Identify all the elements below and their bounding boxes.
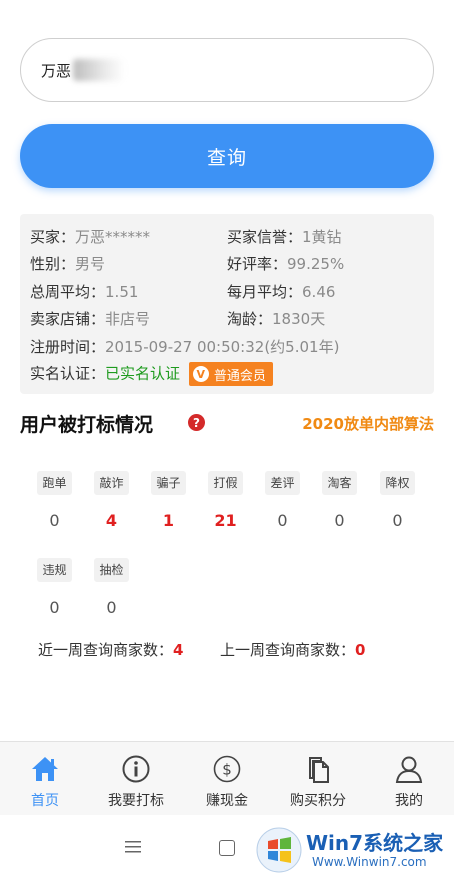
positive-rate-row: 好评率：99.25% (227, 253, 344, 274)
tag-count: 0 (277, 511, 288, 530)
reputation-value: 1黄钻 (302, 228, 342, 246)
watermark-url: Www.Winwin7.com (312, 855, 427, 869)
reg-time-value: 2015-09-27 00:50:32(约5.01年) (105, 338, 340, 356)
info-icon (91, 752, 181, 786)
watermark-title: Win7系统之家 (306, 831, 444, 855)
nav-tag-label: 我要打标 (108, 793, 164, 809)
tag-label: 骗子 (151, 471, 186, 495)
tag-item: 违规 0 (26, 558, 83, 617)
home-icon (0, 752, 90, 786)
monthly-avg-row: 每月平均：6.46 (227, 281, 335, 302)
member-badge: V 普通会员 (188, 362, 273, 386)
realname-value: 已实名认证 (105, 364, 181, 383)
positive-rate-label: 好评率： (227, 255, 288, 273)
gender-row: 性别：男号 (30, 253, 105, 274)
query-button[interactable]: 查询 (20, 124, 434, 188)
tag-count: 4 (105, 511, 118, 530)
buyer-label: 买家： (30, 228, 76, 246)
menu-key-icon[interactable] (125, 839, 141, 858)
buyer-row: 买家：万恶****** (30, 226, 150, 247)
search-input[interactable]: 万恶 (20, 38, 434, 102)
last-week-stat: 近一周查询商家数：4 (38, 639, 183, 660)
tag-item: 敲诈 4 (83, 471, 140, 530)
monthly-avg-label: 每月平均： (227, 283, 303, 301)
seller-shop-value: 非店号 (105, 310, 151, 328)
tag-label: 违规 (37, 558, 72, 582)
nav-tag[interactable]: 我要打标 (91, 752, 181, 810)
vip-icon: V (192, 366, 209, 382)
gender-value: 男号 (75, 255, 106, 273)
windows-logo-icon (256, 827, 302, 877)
tag-label: 差评 (265, 471, 300, 495)
reputation-label: 买家信誉： (227, 228, 303, 246)
tag-label: 敲诈 (94, 471, 129, 495)
tag-count: 0 (106, 598, 117, 617)
taobao-age-label: 淘龄： (227, 310, 273, 328)
help-icon[interactable]: ? (188, 414, 205, 431)
buyer-info-card: 买家：万恶****** 买家信誉：1黄钻 性别：男号 好评率：99.25% 总周… (20, 214, 434, 394)
tag-count: 1 (162, 511, 175, 530)
positive-rate-value: 99.25% (287, 255, 345, 273)
bottom-nav: 首页 我要打标 $ 赚现金 购买积分 我的 (0, 741, 454, 815)
weekly-avg-row: 总周平均：1.51 (30, 281, 138, 302)
buyer-value: 万恶****** (75, 228, 151, 246)
dollar-icon: $ (182, 752, 272, 786)
reputation-row: 买家信誉：1黄钻 (227, 226, 342, 247)
search-input-value: 万恶 (41, 61, 72, 80)
tag-item: 抽检 0 (83, 558, 140, 617)
algorithm-link[interactable]: 2020放单内部算法 (302, 413, 434, 434)
tag-item: 骗子 1 (140, 471, 197, 530)
taobao-age-row: 淘龄：1830天 (227, 308, 325, 329)
prev-week-value: 0 (355, 641, 366, 659)
seller-shop-row: 卖家店铺：非店号 (30, 308, 150, 329)
last-week-value: 4 (173, 641, 184, 659)
tag-item: 淘客 0 (311, 471, 368, 530)
last-week-label: 近一周查询商家数： (38, 641, 174, 659)
realname-label: 实名认证： (30, 364, 106, 383)
user-icon (364, 752, 454, 786)
gender-label: 性别： (30, 255, 76, 273)
reg-time-row: 注册时间：2015-09-27 00:50:32(约5.01年) (30, 336, 339, 357)
home-key-icon[interactable] (219, 840, 235, 856)
nav-earn-label: 赚现金 (206, 793, 248, 809)
tag-label: 抽检 (94, 558, 129, 582)
nav-mine[interactable]: 我的 (364, 752, 454, 810)
nav-mine-label: 我的 (395, 793, 423, 809)
tag-count: 0 (392, 511, 403, 530)
nav-buy-points-label: 购买积分 (290, 793, 346, 809)
watermark: Win7系统之家 Www.Winwin7.com (256, 823, 454, 877)
tag-count: 0 (49, 598, 60, 617)
documents-icon (273, 752, 363, 786)
nav-home-label: 首页 (31, 793, 59, 809)
prev-week-label: 上一周查询商家数： (220, 641, 356, 659)
section-title: 用户被打标情况 (20, 414, 154, 436)
tag-label: 打假 (208, 471, 243, 495)
tag-item: 打假 21 (197, 471, 254, 530)
tag-label: 降权 (380, 471, 415, 495)
nav-home[interactable]: 首页 (0, 752, 90, 810)
tag-count: 21 (214, 511, 237, 530)
tag-label: 淘客 (322, 471, 357, 495)
tag-item: 降权 0 (369, 471, 426, 530)
nav-buy-points[interactable]: 购买积分 (273, 752, 363, 810)
weekly-avg-value: 1.51 (105, 283, 139, 301)
system-nav-bar: Win7系统之家 Www.Winwin7.com (0, 815, 454, 881)
monthly-avg-value: 6.46 (302, 283, 336, 301)
tag-label: 跑单 (37, 471, 72, 495)
taobao-age-value: 1830天 (272, 310, 326, 328)
prev-week-stat: 上一周查询商家数：0 (220, 639, 365, 660)
realname-row: 实名认证：已实名认证 V 普通会员 (30, 362, 273, 386)
redacted-text (73, 59, 126, 81)
nav-earn[interactable]: $ 赚现金 (182, 752, 272, 810)
tag-item: 差评 0 (254, 471, 311, 530)
member-badge-label: 普通会员 (213, 368, 266, 384)
tag-item: 跑单 0 (26, 471, 83, 530)
seller-shop-label: 卖家店铺： (30, 310, 106, 328)
weekly-avg-label: 总周平均： (30, 283, 106, 301)
reg-time-label: 注册时间： (30, 338, 106, 356)
tag-count: 0 (334, 511, 345, 530)
svg-text:$: $ (222, 761, 232, 779)
tag-count: 0 (49, 511, 60, 530)
